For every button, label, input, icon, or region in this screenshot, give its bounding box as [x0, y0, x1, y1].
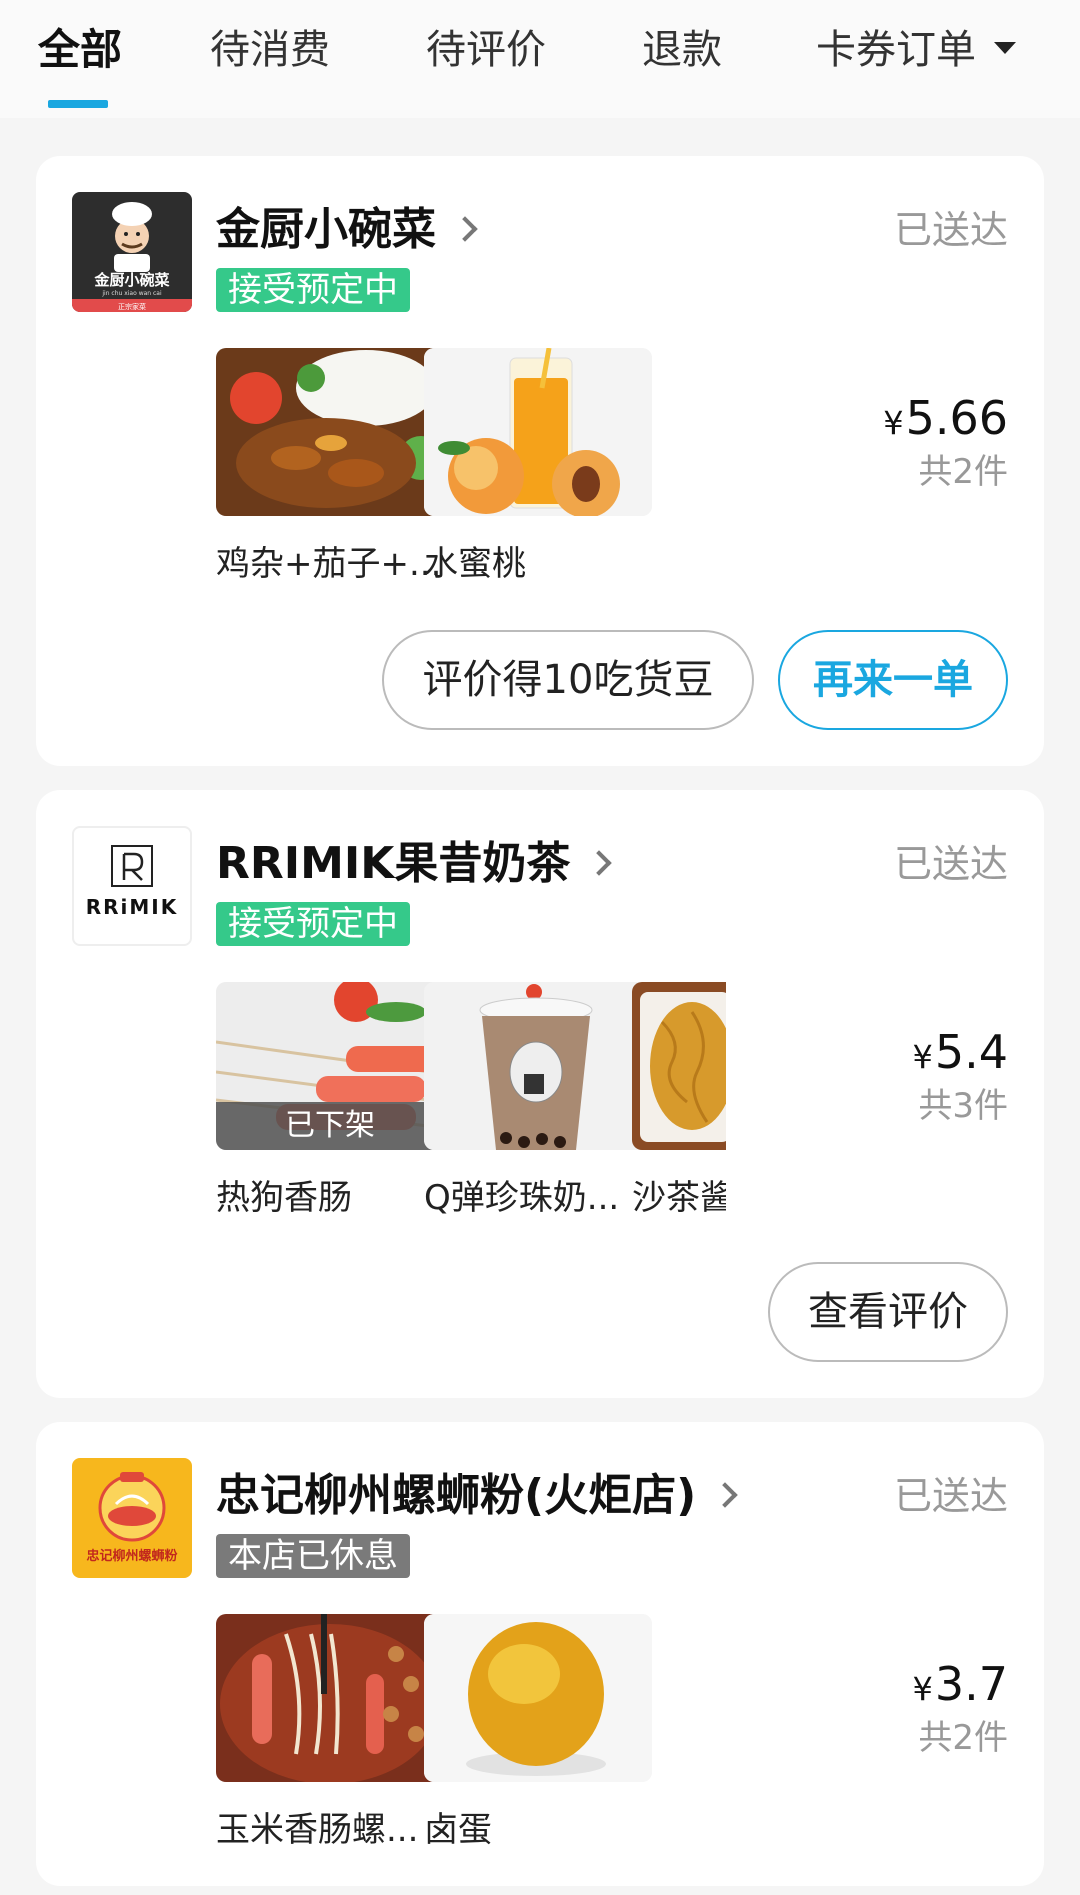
braised-egg-image[interactable]: [424, 1614, 652, 1782]
shop-logo[interactable]: RRiMIK: [72, 826, 192, 946]
bubble-milk-tea-image[interactable]: [424, 982, 652, 1150]
item-name: 卤蛋: [424, 1810, 492, 1850]
chevron-right-icon: [586, 850, 613, 876]
item-name: 热狗香肠: [216, 1178, 352, 1218]
shop-status-badge: 接受预定中: [216, 902, 410, 946]
tab-refund[interactable]: 退款: [642, 22, 722, 78]
shop-logo[interactable]: 金厨小碗菜 jin chu xiao wan cai 正宗家菜: [72, 192, 192, 312]
order-total-price: ¥5.66: [883, 388, 1008, 453]
shop-name-link[interactable]: RRIMIK果昔奶茶: [216, 834, 613, 894]
tab-coupon-orders[interactable]: 卡券订单: [816, 22, 1016, 78]
order-card[interactable]: 忠记柳州螺蛳粉 忠记柳州螺蛳粉(火炬店) 已送达 本店已休息 玉米香肠螺... …: [36, 1422, 1044, 1886]
tab-pending-review[interactable]: 待评价: [426, 22, 546, 78]
order-total-price: ¥5.4: [912, 1022, 1008, 1087]
chevron-right-icon: [452, 216, 478, 242]
currency-symbol: ¥: [912, 1670, 933, 1708]
review-earn-beans-button[interactable]: 评价得10吃货豆: [382, 630, 754, 730]
svg-text:忠记柳州螺蛳粉: 忠记柳州螺蛳粉: [86, 1548, 177, 1564]
shop-name-link[interactable]: 金厨小碗菜: [216, 200, 478, 260]
chicken-rice-dish-image[interactable]: [216, 348, 444, 516]
noodles-image[interactable]: [632, 982, 726, 1150]
order-total-price: ¥3.7: [912, 1654, 1008, 1719]
item-name: 鸡杂+茄子+...: [216, 544, 442, 584]
currency-symbol: ¥: [883, 404, 904, 442]
snail-noodle-image[interactable]: [216, 1614, 444, 1782]
tab-coupon-orders-label: 卡券订单: [816, 27, 976, 73]
chevron-right-icon: [712, 1482, 738, 1508]
order-status: 已送达: [893, 1474, 1008, 1518]
item-count: 共3件: [918, 1086, 1008, 1126]
item-name: 玉米香肠螺...: [216, 1810, 419, 1850]
price-value: 5.66: [905, 391, 1008, 445]
shop-status-badge: 接受预定中: [216, 268, 410, 312]
svg-text:金厨小碗菜: 金厨小碗菜: [93, 271, 169, 289]
item-unavailable-overlay: 已下架: [216, 1102, 444, 1150]
currency-symbol: ¥: [912, 1038, 933, 1076]
caret-down-icon: [994, 42, 1016, 54]
peach-juice-image[interactable]: [424, 348, 652, 516]
item-name: 沙茶酱: [632, 1178, 726, 1218]
hot-dog-sausage-image[interactable]: 已下架: [216, 982, 444, 1150]
item-name: 水蜜桃: [424, 544, 526, 584]
tab-all[interactable]: 全部: [38, 22, 122, 78]
order-card[interactable]: RRiMIK RRIMIK果昔奶茶 已送达 接受预定中 已下架 热狗香肠 Q弹珍…: [36, 790, 1044, 1398]
shop-name: RRIMIK果昔奶茶: [216, 838, 571, 889]
order-tab-bar: 全部 待消费 待评价 退款 卡券订单: [0, 0, 1080, 118]
price-value: 3.7: [934, 1657, 1008, 1711]
shop-name: 金厨小碗菜: [216, 204, 436, 255]
view-review-button[interactable]: 查看评价: [768, 1262, 1008, 1362]
item-name: Q弹珍珠奶...: [424, 1178, 620, 1218]
price-value: 5.4: [934, 1025, 1008, 1079]
active-tab-indicator: [48, 100, 108, 108]
shop-name-link[interactable]: 忠记柳州螺蛳粉(火炬店): [216, 1466, 738, 1526]
order-status: 已送达: [893, 208, 1008, 252]
order-status: 已送达: [893, 842, 1008, 886]
item-count: 共2件: [918, 1718, 1008, 1758]
reorder-button[interactable]: 再来一单: [778, 630, 1008, 730]
tab-pending-consume[interactable]: 待消费: [210, 22, 330, 78]
svg-text:RRiMIK: RRiMIK: [86, 895, 179, 919]
item-count: 共2件: [918, 452, 1008, 492]
svg-text:正宗家菜: 正宗家菜: [118, 302, 146, 311]
shop-name: 忠记柳州螺蛳粉(火炬店): [216, 1470, 697, 1521]
shop-status-badge: 本店已休息: [216, 1534, 410, 1578]
svg-text:jin chu xiao wan cai: jin chu xiao wan cai: [101, 290, 162, 297]
shop-logo[interactable]: 忠记柳州螺蛳粉: [72, 1458, 192, 1578]
order-card[interactable]: 金厨小碗菜 jin chu xiao wan cai 正宗家菜 金厨小碗菜 已送…: [36, 156, 1044, 766]
